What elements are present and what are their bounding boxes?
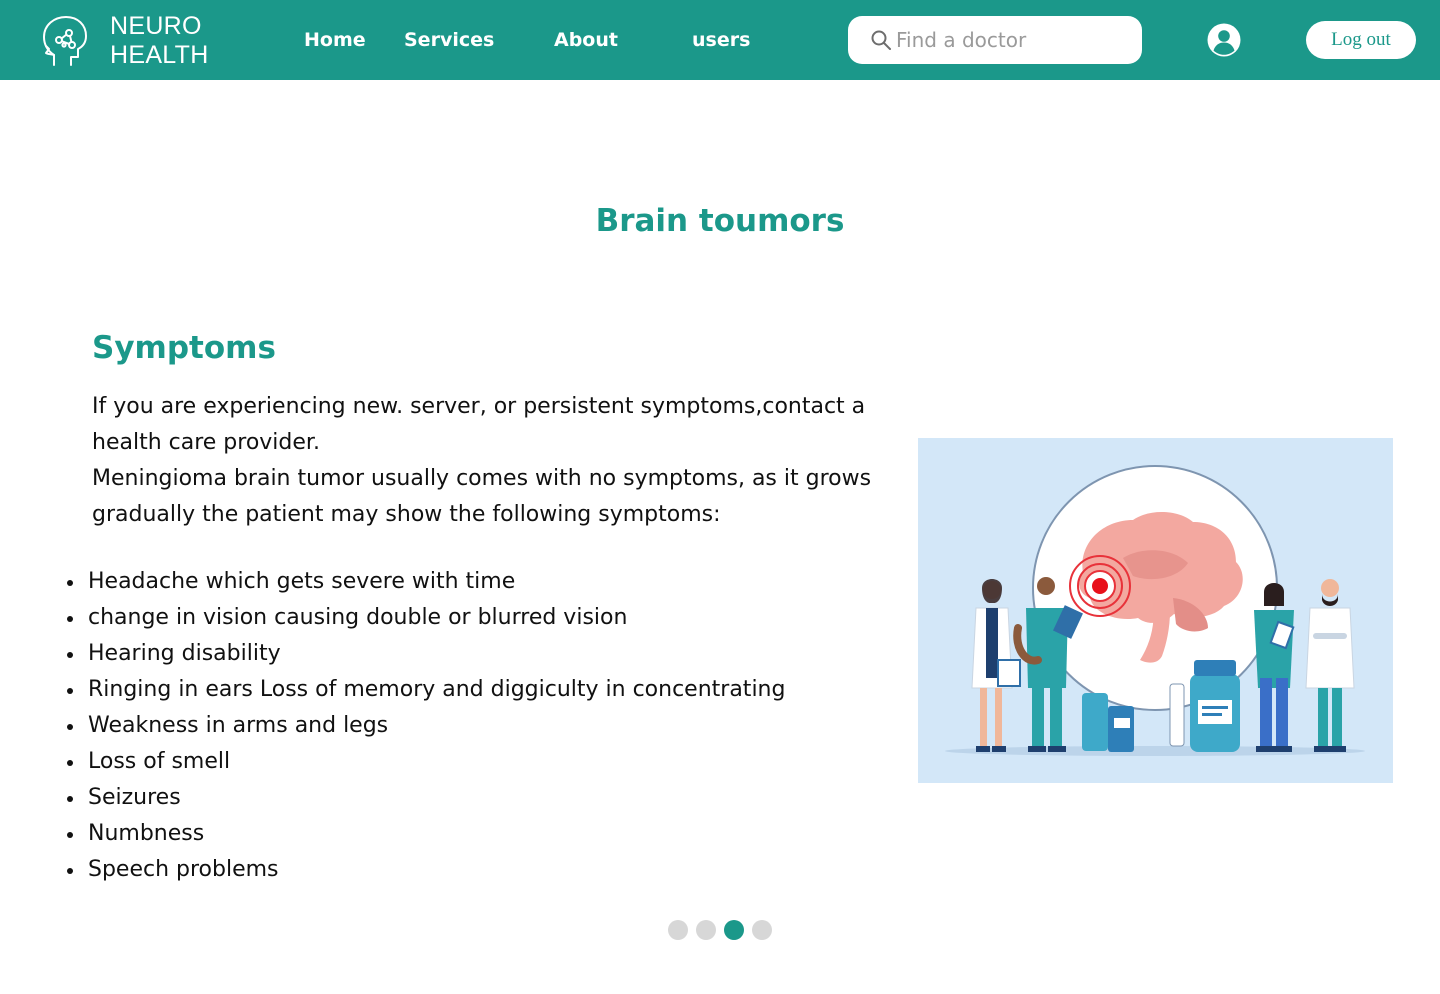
carousel-dot-3-active[interactable] (724, 920, 744, 940)
search-input[interactable] (896, 28, 1126, 52)
brand-logo[interactable]: NEURO HEALTH (40, 12, 220, 70)
brand-name-line1: NEURO (110, 12, 202, 40)
brand-name: NEURO HEALTH (110, 12, 209, 70)
section-title-symptoms: Symptoms (92, 330, 276, 366)
search-icon (871, 30, 891, 50)
top-navigation-bar: NEURO HEALTH Home Services About users L… (0, 0, 1440, 80)
user-circle-icon[interactable] (1207, 23, 1241, 57)
page-title: Brain toumors (595, 203, 845, 239)
nav-users[interactable]: users (692, 29, 750, 51)
carousel-dot-4[interactable] (752, 920, 772, 940)
doctors-brain-illustration (945, 465, 1365, 756)
carousel-dot-2[interactable] (696, 920, 716, 940)
list-item: Loss of smell (67, 744, 908, 780)
carousel-dot-1[interactable] (668, 920, 688, 940)
list-item: change in vision causing double or blurr… (67, 600, 908, 636)
list-item: Weakness in arms and legs (67, 708, 908, 744)
symptom-list: Headache which gets severe with time cha… (67, 564, 908, 888)
list-item: Seizures (67, 780, 908, 816)
brand-name-line2: HEALTH (110, 41, 209, 69)
carousel-pagination (668, 920, 772, 940)
nav-services[interactable]: Services (404, 29, 494, 51)
list-item: Ringing in ears Loss of memory and diggi… (67, 672, 908, 708)
intro-paragraph-2: Meningioma brain tumor usually comes wit… (92, 466, 872, 527)
list-item: Hearing disability (67, 636, 908, 672)
nav-home[interactable]: Home (304, 29, 366, 51)
logout-button[interactable]: Log out (1306, 21, 1416, 59)
head-network-icon (43, 16, 87, 66)
brain-tumor-illustration (918, 438, 1393, 783)
list-item: Speech problems (67, 852, 908, 888)
doctor-search-box[interactable] (848, 16, 1142, 64)
nav-about[interactable]: About (554, 29, 618, 51)
list-item: Numbness (67, 816, 908, 852)
symptoms-intro: If you are experiencing new. server, or … (92, 389, 912, 533)
list-item: Headache which gets severe with time (67, 564, 908, 600)
intro-paragraph-1: If you are experiencing new. server, or … (92, 394, 866, 455)
